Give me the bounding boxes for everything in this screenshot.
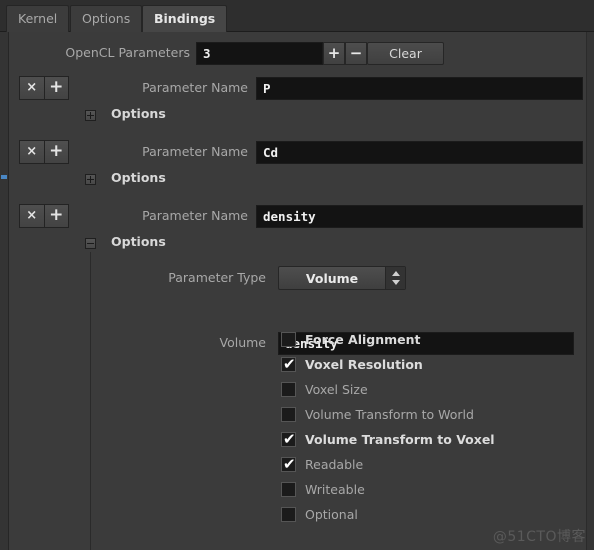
checkbox-box <box>281 482 296 497</box>
check-icon: ✔ <box>283 430 296 448</box>
checkbox-label: Voxel Size <box>305 382 368 397</box>
checkbox-box: ✔ <box>281 430 296 448</box>
parameter-2-add-button[interactable]: + <box>43 141 68 163</box>
parameter-1-add-button[interactable]: + <box>43 77 68 99</box>
parameter-3-name-label: Parameter Name <box>142 208 248 223</box>
parameter-type-dropdown[interactable]: Volume <box>278 266 406 290</box>
parameter-2-name-input[interactable]: Cd <box>256 141 583 164</box>
watermark: @51CTO博客 <box>492 529 586 545</box>
checkbox-writeable[interactable]: Writeable <box>281 480 571 501</box>
checkbox-label: Volume Transform to Voxel <box>305 432 495 447</box>
check-icon: ✔ <box>283 455 296 473</box>
parameter-2-name-label: Parameter Name <box>142 144 248 159</box>
checkbox-optional[interactable]: Optional <box>281 505 571 526</box>
checkbox-box: ✔ <box>281 455 296 473</box>
volume-label: Volume <box>219 335 267 350</box>
parameter-3-delete-button[interactable]: × <box>20 205 44 227</box>
panel-left-rail <box>0 32 9 550</box>
checkbox-box: ✔ <box>281 355 296 373</box>
parameter-2-options-expander[interactable] <box>85 174 96 185</box>
parameter-3-buttons: × + <box>19 204 69 228</box>
clear-button[interactable]: Clear <box>367 42 444 65</box>
bindings-panel: OpenCL Parameters 3 + − Clear × + Parame… <box>0 32 594 550</box>
tab-bindings[interactable]: Bindings <box>142 5 228 32</box>
checkbox-readable[interactable]: ✔ Readable <box>281 455 571 476</box>
tab-options-label: Options <box>82 11 131 26</box>
opencl-parameters-label: OpenCL Parameters <box>65 45 190 60</box>
panel-scroll-handle[interactable] <box>1 175 7 179</box>
parameter-2-delete-button[interactable]: × <box>20 141 44 163</box>
parameter-3-tree-line <box>90 252 91 550</box>
parameter-3-add-button[interactable]: + <box>43 205 68 227</box>
tab-bar: Kernel Options Bindings <box>0 0 594 32</box>
parameter-3-options-label: Options <box>111 234 166 249</box>
parameter-1-delete-button[interactable]: × <box>20 77 44 99</box>
parameter-1-options-expander[interactable] <box>85 110 96 121</box>
checkbox-label: Voxel Resolution <box>305 357 423 372</box>
check-icon: ✔ <box>283 355 296 373</box>
checkbox-voxel-size[interactable]: Voxel Size <box>281 380 571 401</box>
parameter-1-buttons: × + <box>19 76 69 100</box>
checkbox-volume-transform-to-world[interactable]: Volume Transform to World <box>281 405 571 426</box>
checkbox-box <box>281 407 296 422</box>
parameter-3-name-input[interactable]: density <box>256 205 583 228</box>
checkbox-label: Volume Transform to World <box>305 407 474 422</box>
parameter-1-options-label: Options <box>111 106 166 121</box>
tab-bindings-label: Bindings <box>154 11 216 26</box>
parameter-1-name-input[interactable]: P <box>256 77 583 100</box>
tab-kernel[interactable]: Kernel <box>6 5 70 32</box>
checkbox-label: Force Alignment <box>305 332 421 347</box>
checkbox-box <box>281 382 296 397</box>
parameter-1-name-label: Parameter Name <box>142 80 248 95</box>
tab-options[interactable]: Options <box>70 5 143 32</box>
parameter-2-options-label: Options <box>111 170 166 185</box>
parameter-3-options-collapser[interactable] <box>85 238 96 249</box>
panel-right-rail[interactable] <box>586 32 594 550</box>
chevron-updown-icon <box>385 267 405 289</box>
checkbox-label: Readable <box>305 457 364 472</box>
parameter-type-value: Volume <box>305 270 359 286</box>
checkbox-box <box>281 332 296 347</box>
checkbox-box <box>281 507 296 522</box>
parameter-2-buttons: × + <box>19 140 69 164</box>
tab-kernel-label: Kernel <box>18 11 58 26</box>
parameter-type-label: Parameter Type <box>168 270 266 285</box>
add-parameter-count-button[interactable]: + <box>323 42 345 65</box>
opencl-parameters-count-input[interactable]: 3 <box>196 42 323 65</box>
checkbox-label: Optional <box>305 507 358 522</box>
remove-parameter-count-button[interactable]: − <box>345 42 367 65</box>
checkbox-label: Writeable <box>305 482 365 497</box>
checkbox-volume-transform-to-voxel[interactable]: ✔ Volume Transform to Voxel <box>281 430 571 451</box>
checkbox-force-alignment[interactable]: Force Alignment <box>281 330 571 351</box>
checkbox-voxel-resolution[interactable]: ✔ Voxel Resolution <box>281 355 571 376</box>
opencl-parameters-row: OpenCL Parameters 3 + − Clear <box>0 42 594 68</box>
